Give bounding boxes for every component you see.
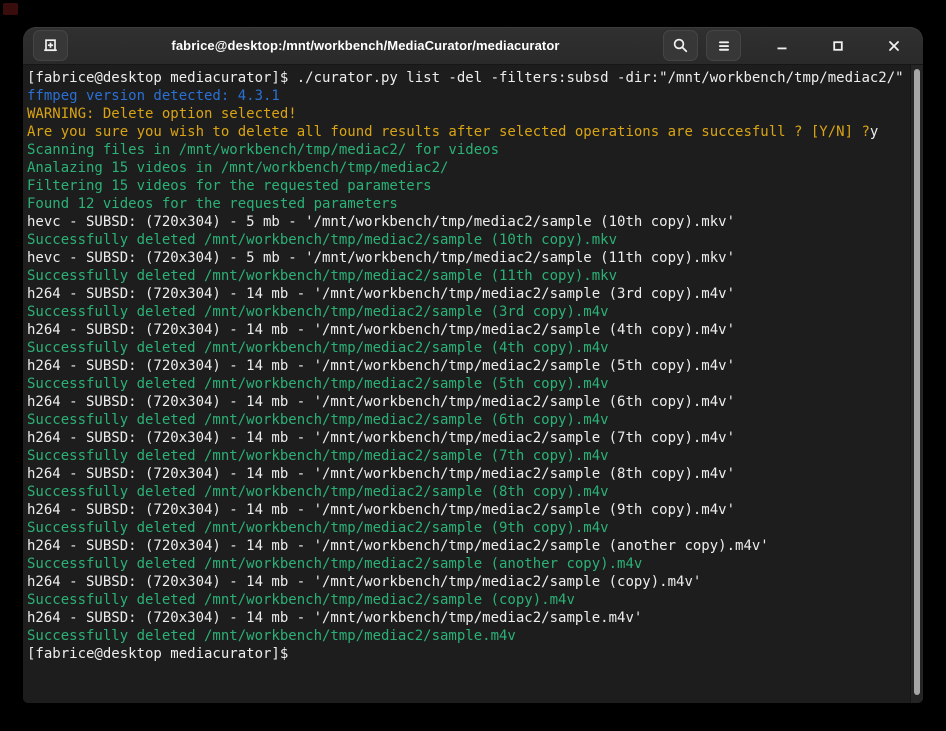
terminal-line: Are you sure you wish to delete all foun… (27, 123, 907, 141)
search-button[interactable] (663, 30, 698, 61)
terminal-line: h264 - SUBSD: (720x304) - 14 mb - '/mnt/… (27, 501, 907, 519)
terminal-line: h264 - SUBSD: (720x304) - 14 mb - '/mnt/… (27, 321, 907, 339)
terminal-line: Successfully deleted /mnt/workbench/tmp/… (27, 411, 907, 429)
new-tab-button[interactable] (33, 30, 68, 61)
menu-button[interactable] (706, 30, 741, 61)
scrollbar-track[interactable] (910, 65, 923, 703)
terminal-line: Successfully deleted /mnt/workbench/tmp/… (27, 231, 907, 249)
desktop-artifact (3, 3, 18, 15)
close-icon (887, 39, 901, 53)
terminal-line: Successfully deleted /mnt/workbench/tmp/… (27, 267, 907, 285)
minimize-button[interactable] (767, 30, 797, 61)
terminal-line: Successfully deleted /mnt/workbench/tmp/… (27, 519, 907, 537)
new-tab-icon (42, 37, 59, 54)
terminal-line: Successfully deleted /mnt/workbench/tmp/… (27, 375, 907, 393)
terminal-line: h264 - SUBSD: (720x304) - 14 mb - '/mnt/… (27, 609, 907, 627)
titlebar-controls (663, 30, 909, 61)
terminal-line: [fabrice@desktop mediacurator]$ (27, 645, 907, 663)
terminal-line: Filtering 15 videos for the requested pa… (27, 177, 907, 195)
maximize-icon (831, 39, 845, 53)
scrollbar-thumb[interactable] (914, 69, 920, 695)
terminal-line: Scanning files in /mnt/workbench/tmp/med… (27, 141, 907, 159)
terminal-line: h264 - SUBSD: (720x304) - 14 mb - '/mnt/… (27, 573, 907, 591)
terminal-line: h264 - SUBSD: (720x304) - 14 mb - '/mnt/… (27, 429, 907, 447)
terminal-line: h264 - SUBSD: (720x304) - 14 mb - '/mnt/… (27, 537, 907, 555)
minimize-icon (775, 39, 789, 53)
terminal-line: Successfully deleted /mnt/workbench/tmp/… (27, 339, 907, 357)
terminal-line: [fabrice@desktop mediacurator]$ ./curato… (27, 69, 907, 87)
terminal-line: Successfully deleted /mnt/workbench/tmp/… (27, 591, 907, 609)
terminal-line: Found 12 videos for the requested parame… (27, 195, 907, 213)
titlebar[interactable]: fabrice@desktop:/mnt/workbench/MediaCura… (23, 27, 923, 65)
window-title: fabrice@desktop:/mnt/workbench/MediaCura… (68, 38, 663, 53)
terminal-window: fabrice@desktop:/mnt/workbench/MediaCura… (23, 27, 923, 703)
terminal-line: Successfully deleted /mnt/workbench/tmp/… (27, 447, 907, 465)
terminal-line: h264 - SUBSD: (720x304) - 14 mb - '/mnt/… (27, 465, 907, 483)
terminal-line: hevc - SUBSD: (720x304) - 5 mb - '/mnt/w… (27, 249, 907, 267)
terminal-line: h264 - SUBSD: (720x304) - 14 mb - '/mnt/… (27, 357, 907, 375)
terminal-line: WARNING: Delete option selected! (27, 105, 907, 123)
terminal-line: Analazing 15 videos in /mnt/workbench/tm… (27, 159, 907, 177)
desktop: fabrice@desktop:/mnt/workbench/MediaCura… (0, 0, 946, 731)
terminal-line: Successfully deleted /mnt/workbench/tmp/… (27, 627, 907, 645)
close-button[interactable] (879, 30, 909, 61)
terminal-line: h264 - SUBSD: (720x304) - 14 mb - '/mnt/… (27, 285, 907, 303)
terminal-line: hevc - SUBSD: (720x304) - 5 mb - '/mnt/w… (27, 213, 907, 231)
terminal-line: ffmpeg version detected: 4.3.1 (27, 87, 907, 105)
terminal-line: Successfully deleted /mnt/workbench/tmp/… (27, 555, 907, 573)
terminal-line: Successfully deleted /mnt/workbench/tmp/… (27, 483, 907, 501)
terminal-output: [fabrice@desktop mediacurator]$ ./curato… (27, 69, 907, 663)
hamburger-menu-icon (717, 39, 731, 53)
terminal-line: Successfully deleted /mnt/workbench/tmp/… (27, 303, 907, 321)
terminal-line: h264 - SUBSD: (720x304) - 14 mb - '/mnt/… (27, 393, 907, 411)
terminal-content[interactable]: [fabrice@desktop mediacurator]$ ./curato… (23, 65, 923, 703)
search-icon (672, 37, 689, 54)
maximize-button[interactable] (823, 30, 853, 61)
